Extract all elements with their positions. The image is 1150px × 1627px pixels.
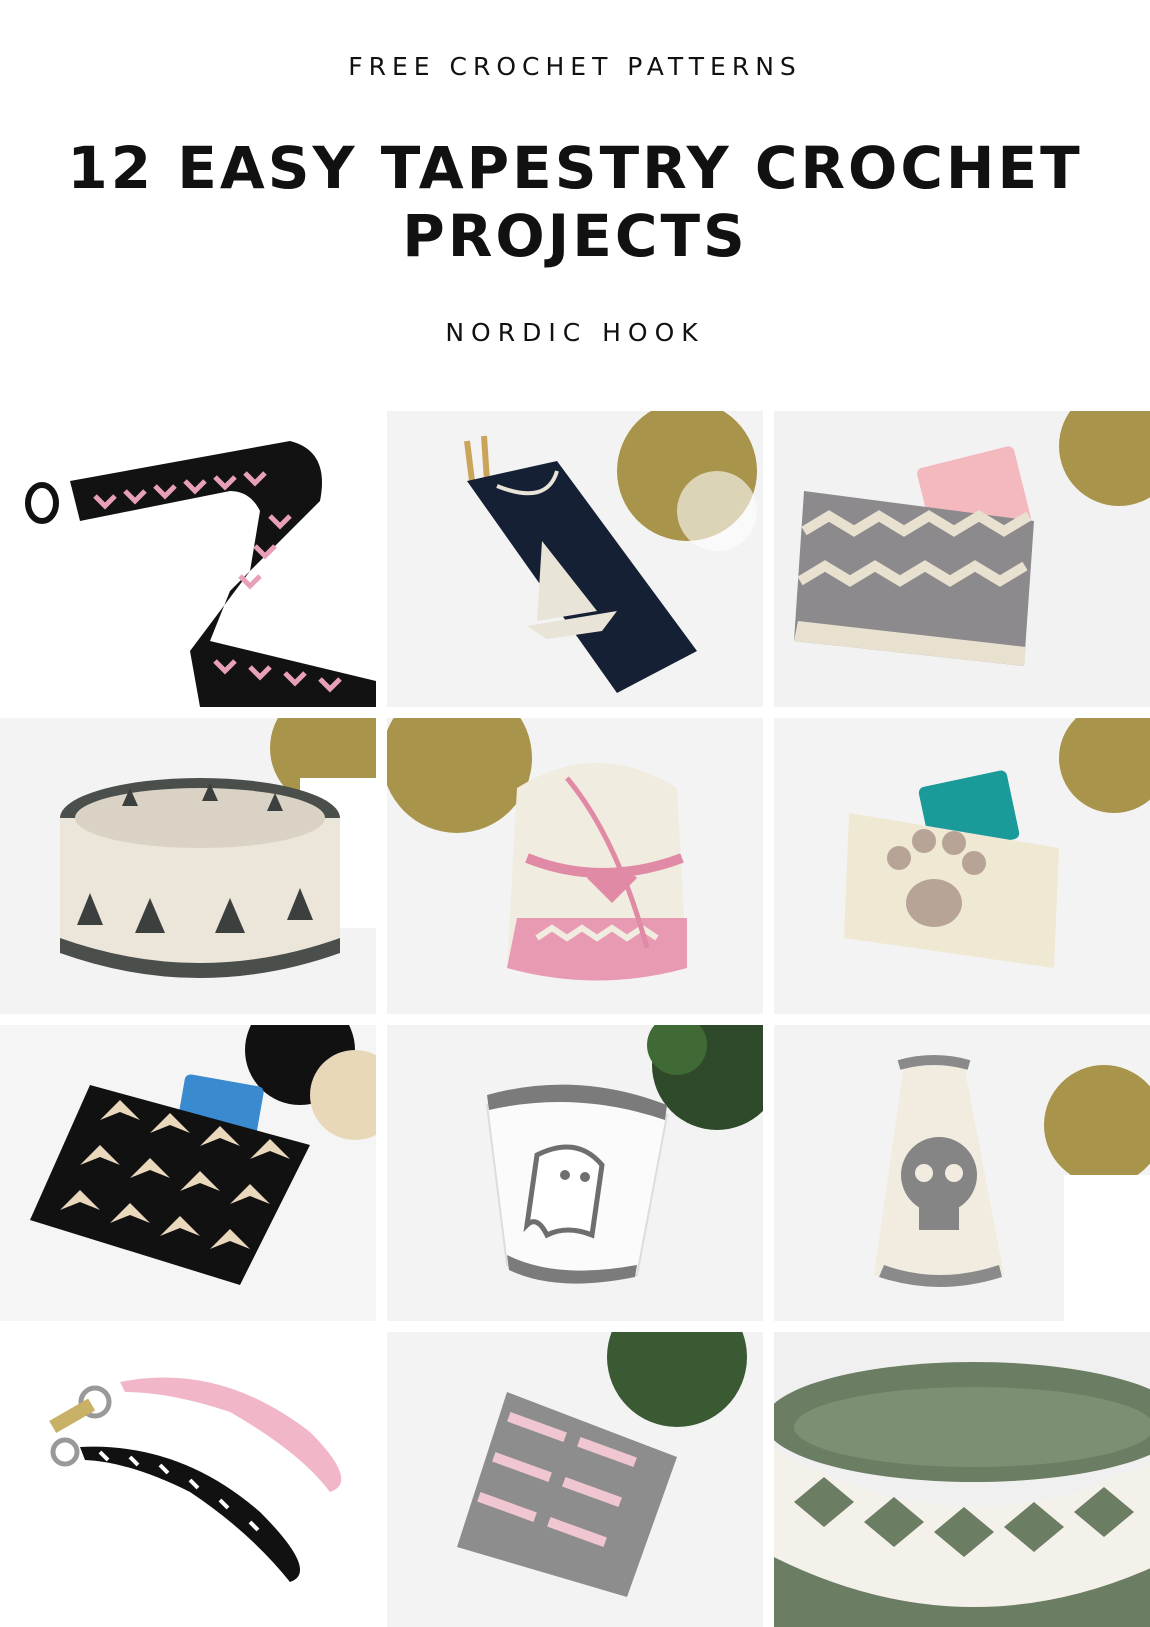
project-photo-diamond-basket: [774, 1332, 1150, 1627]
project-photo-heart-bag: [387, 718, 763, 1014]
project-photo-key-fobs: [0, 1332, 376, 1627]
project-photo-brick-pouch: [387, 1332, 763, 1627]
project-photo-zigzag-pouch: [774, 411, 1150, 707]
page-title: 12 EASY TAPESTRY CROCHET PROJECTS: [67, 134, 1083, 270]
page-eyebrow: FREE CROCHET PATTERNS: [348, 52, 802, 81]
project-photo-skull-bag: [774, 1025, 1150, 1321]
project-photo-ghost-bag: [387, 1025, 763, 1321]
project-photo-arrow-pouch: [0, 1025, 376, 1321]
project-photo-strap: [0, 411, 376, 707]
project-photo-paw-pouch: [774, 718, 1150, 1014]
project-photo-hook-case: [387, 411, 763, 707]
page-author: NORDIC HOOK: [445, 318, 705, 347]
project-photo-tree-basket: [0, 718, 376, 1014]
